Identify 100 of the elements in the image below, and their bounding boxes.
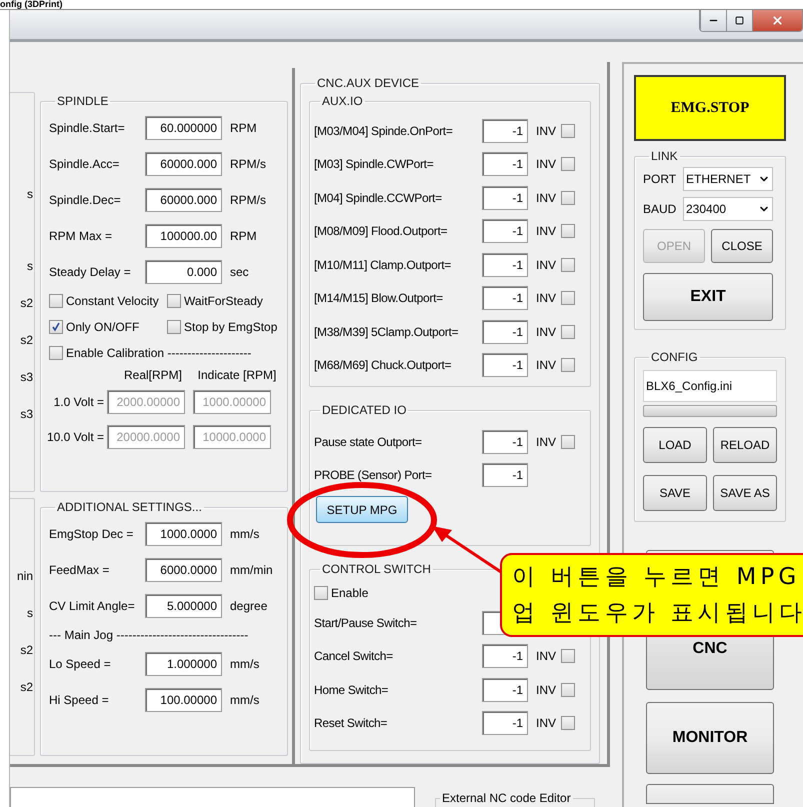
input-field[interactable]: 100000.00 (145, 224, 222, 248)
checkbox[interactable] (561, 224, 576, 238)
port-dropdown[interactable]: ETHERNET (683, 167, 773, 191)
group-title: CONTROL SWITCH (321, 561, 432, 578)
unit-label: sec (230, 264, 249, 281)
unit-label: degree (230, 598, 268, 615)
unit-label: mm/min (230, 562, 273, 579)
callout-text: 업 윈도우가 표시됩니다 (512, 599, 803, 628)
unit-label: RPM/s (230, 192, 266, 209)
button[interactable]: RELOAD (713, 427, 777, 463)
checkbox[interactable] (561, 258, 576, 272)
input-field[interactable]: -1 (482, 152, 528, 176)
button[interactable]: SAVE (643, 475, 707, 511)
input-field[interactable]: 60000.000 (145, 188, 222, 212)
group-title: DEDICATED IO (321, 402, 408, 419)
port-label: [M04] Spindle.CCWPort= (314, 190, 443, 207)
checkbox[interactable] (167, 294, 181, 308)
column-header: Real[RPM] (122, 367, 183, 384)
unit-fragment: s (26, 258, 34, 275)
port-label: [M03/M04] Spinde.OnPort= (314, 122, 454, 140)
checkbox-label: Enable Calibration --------------------- (66, 345, 252, 362)
port-label: Reset Switch= (314, 715, 388, 732)
checkbox[interactable] (561, 716, 576, 730)
input-field[interactable]: 1.000000 (145, 652, 222, 676)
input-field[interactable]: -1 (482, 219, 528, 244)
port-label: [M38/M39] 5Clamp.Outport= (314, 324, 460, 341)
input-field[interactable]: -1 (482, 678, 528, 702)
input-field[interactable]: 0.000 (145, 260, 222, 284)
input-field[interactable]: -1 (482, 186, 528, 210)
setting-label: Spindle.Acc= (49, 156, 120, 173)
input-field[interactable]: 1000.0000 (145, 522, 222, 546)
close-icon (771, 14, 784, 27)
checkbox[interactable] (561, 434, 576, 449)
inv-label: INV (536, 715, 556, 732)
unit-fragment: s2 (19, 332, 34, 349)
checkbox[interactable] (561, 649, 576, 664)
group-title: LINK (650, 148, 679, 165)
input-field[interactable]: -1 (482, 320, 528, 344)
button[interactable] (646, 784, 774, 804)
group-title: SPINDLE (56, 93, 110, 110)
unit-fragment: s2 (19, 295, 34, 312)
unit-label: RPM/s (230, 156, 266, 173)
button[interactable]: MONITOR (646, 702, 774, 774)
button[interactable]: SAVE AS (713, 475, 777, 511)
checkbox[interactable] (561, 324, 576, 339)
port-label: Cancel Switch= (314, 648, 394, 666)
checkbox[interactable] (561, 124, 576, 138)
inv-label: INV (536, 682, 556, 699)
checkbox[interactable] (561, 157, 576, 172)
input-field[interactable]: -1 (482, 711, 528, 736)
setup-mpg-button[interactable]: SETUP MPG (316, 496, 408, 523)
port-label: [M03] Spindle.CWPort= (314, 156, 434, 174)
emergency-stop-button[interactable]: EMG.STOP (634, 75, 786, 141)
input-field[interactable]: 5.000000 (145, 594, 222, 618)
unit-fragment: s (26, 186, 34, 203)
button[interactable]: CLOSE (711, 229, 773, 263)
input-field[interactable] (10, 787, 415, 807)
close-button[interactable] (752, 10, 802, 31)
checkbox[interactable] (167, 320, 181, 334)
setting-label: EmgStop Dec = (49, 526, 134, 543)
input-field[interactable]: -1 (482, 118, 528, 143)
checkbox[interactable] (561, 682, 576, 697)
inv-label: INV (536, 223, 556, 240)
checkbox[interactable] (561, 291, 576, 306)
input-field[interactable]: -1 (482, 353, 528, 378)
group-title: AUX.IO (321, 93, 364, 110)
setting-label: Lo Speed = (49, 656, 112, 673)
baud-dropdown[interactable]: 230400 (683, 197, 773, 221)
checkbox[interactable] (49, 320, 63, 334)
inv-label: INV (536, 256, 556, 274)
inv-label: INV (536, 290, 556, 308)
inv-label: INV (536, 648, 556, 666)
input-field[interactable]: 60000.000 (145, 152, 222, 176)
input-field[interactable]: -1 (482, 644, 528, 668)
unit-fragment: s2 (19, 642, 34, 659)
input-field[interactable]: BLX6_Config.ini (643, 370, 777, 402)
button[interactable]: LOAD (643, 427, 707, 463)
checkbox-label: Stop by EmgStop (184, 319, 278, 336)
checkbox-label: WaitForSteady (184, 293, 263, 310)
unit-label: RPM (230, 228, 257, 245)
input-field[interactable]: -1 (482, 430, 528, 454)
input-field[interactable]: 60.000000 (145, 116, 222, 140)
checkbox[interactable] (561, 190, 576, 205)
checkbox[interactable] (314, 586, 328, 600)
input-field[interactable]: -1 (482, 252, 528, 277)
input-field[interactable]: -1 (482, 463, 528, 488)
maximize-icon (735, 16, 744, 25)
checkbox[interactable] (49, 294, 63, 308)
maximize-button[interactable] (726, 10, 752, 31)
unit-fragment: s2 (19, 679, 34, 696)
input-field[interactable]: 6000.0000 (145, 558, 222, 582)
unit-fragment: s (26, 605, 34, 622)
button[interactable]: EXIT (643, 273, 773, 321)
setting-label: CV Limit Angle= (49, 598, 136, 615)
port-label: PROBE (Sensor) Port= (314, 467, 433, 484)
unit-label: mm/s (230, 526, 260, 543)
input-field[interactable]: 100.00000 (145, 688, 222, 712)
setting-label: Spindle.Start= (49, 120, 126, 137)
checkbox[interactable] (561, 358, 576, 372)
input-field[interactable]: -1 (482, 286, 528, 310)
